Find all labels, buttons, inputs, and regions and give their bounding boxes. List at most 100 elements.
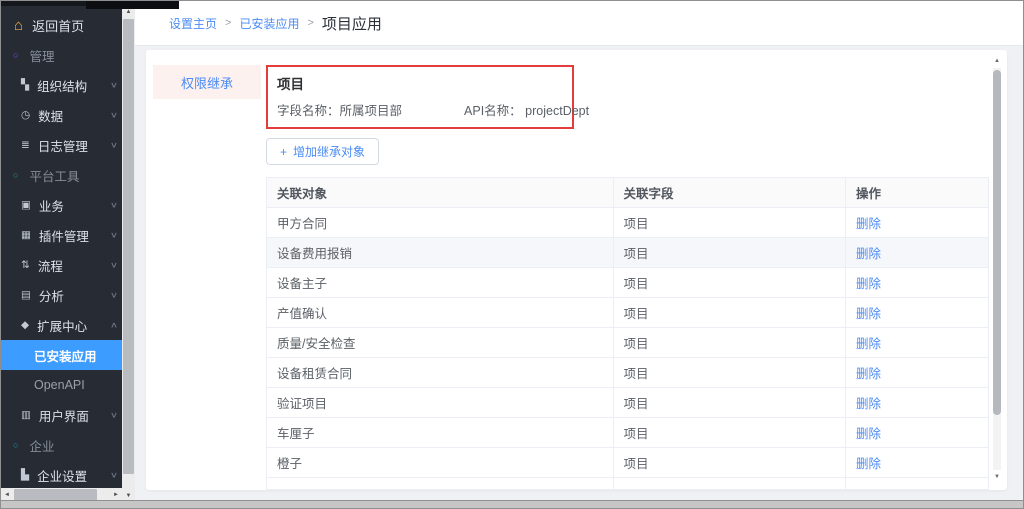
breadcrumb-separator-icon: > bbox=[225, 17, 231, 29]
table-row: 验证项目项目删除 bbox=[267, 388, 989, 418]
actions-cell: 删除 bbox=[846, 418, 989, 448]
column-header-related-field: 关联字段 bbox=[613, 178, 845, 208]
api-name-value: projectDept bbox=[525, 104, 589, 118]
table-row: 设备费用报销项目删除 bbox=[267, 238, 989, 268]
related-object-cell: 车厘子 bbox=[267, 418, 614, 448]
sidebar-item-label: 扩展中心 bbox=[37, 316, 87, 335]
delete-link[interactable]: 删除 bbox=[856, 217, 881, 231]
related-field-cell: 项目 bbox=[613, 268, 845, 298]
scroll-down-icon[interactable]: ▼ bbox=[991, 472, 1003, 482]
field-group-title: 项目 bbox=[277, 73, 563, 93]
ring-icon: ○ bbox=[13, 170, 18, 180]
sidebar-nav: ⌂返回首页○管理▚组织结构∨◷数据∨≣日志管理∨○平台工具▣业务∨▦插件管理∨⇅… bbox=[1, 6, 122, 488]
related-object-cell: 设备主子 bbox=[267, 268, 614, 298]
delete-link[interactable]: 删除 bbox=[856, 337, 881, 351]
empty-cell bbox=[267, 478, 614, 490]
sidebar-item-label: 返回首页 bbox=[32, 16, 84, 35]
table-header-row: 关联对象 关联字段 操作 bbox=[267, 178, 989, 208]
page-title: 项目应用 bbox=[322, 13, 382, 34]
sidebar-item-label: 管理 bbox=[29, 46, 54, 65]
content-card: 权限继承 项目 字段名称：所属项目部API名称： projectDept + 增… bbox=[146, 50, 1007, 490]
tab-permission-inheritance[interactable]: 权限继承 bbox=[153, 65, 261, 99]
related-object-cell: 橙子 bbox=[267, 448, 614, 478]
chevron-down-icon: ∨ bbox=[110, 261, 118, 270]
table-row: 产值确认项目删除 bbox=[267, 298, 989, 328]
field-name-label: 字段名称： bbox=[277, 104, 340, 118]
related-object-cell: 设备费用报销 bbox=[267, 238, 614, 268]
actions-cell: 删除 bbox=[846, 298, 989, 328]
flow-icon: ⇅ bbox=[21, 259, 30, 271]
related-field-cell: 项目 bbox=[613, 238, 845, 268]
chevron-down-icon: ∨ bbox=[110, 291, 118, 300]
sidebar-item-组织结构[interactable]: ▚组织结构∨ bbox=[1, 70, 122, 100]
field-name-value: 所属项目部 bbox=[340, 104, 403, 118]
breadcrumb-link-installed-apps[interactable]: 已安装应用 bbox=[239, 15, 299, 32]
sidebar-item-流程[interactable]: ⇅ 流程 ∨ bbox=[1, 250, 122, 280]
home-icon: ⌂ bbox=[14, 17, 23, 34]
related-field-cell: 项目 bbox=[613, 448, 845, 478]
sidebar-item-数据[interactable]: ◷数据∨ bbox=[1, 100, 122, 130]
delete-link[interactable]: 删除 bbox=[856, 397, 881, 411]
related-field-cell: 项目 bbox=[613, 358, 845, 388]
chevron-down-icon: ∨ bbox=[110, 111, 118, 120]
chevron-up-icon: ∧ bbox=[110, 321, 118, 330]
breadcrumb-separator-icon: > bbox=[307, 17, 313, 29]
sidebar-item-日志管理[interactable]: ≣日志管理∨ bbox=[1, 130, 122, 160]
table-row-partial bbox=[267, 478, 989, 490]
sidebar-item-label: 企业设置 bbox=[37, 466, 87, 485]
delete-link[interactable]: 删除 bbox=[856, 247, 881, 261]
sidebar-item-用户界面[interactable]: ▥用户界面∨ bbox=[1, 400, 122, 430]
sidebar-item-label: 日志管理 bbox=[38, 136, 88, 155]
delete-link[interactable]: 删除 bbox=[856, 367, 881, 381]
sidebar-item-已安装应用[interactable]: 已安装应用 bbox=[1, 340, 122, 370]
empty-cell bbox=[846, 478, 989, 490]
ring-icon: ○ bbox=[13, 440, 18, 450]
sidebar-vscroll-thumb[interactable] bbox=[123, 19, 134, 474]
sidebar-item-管理[interactable]: ○管理 bbox=[1, 40, 122, 70]
empty-cell bbox=[613, 478, 845, 490]
sidebar-item-业务[interactable]: ▣业务∨ bbox=[1, 190, 122, 220]
delete-link[interactable]: 删除 bbox=[856, 307, 881, 321]
expand-center-icon: ◆ bbox=[21, 319, 29, 331]
actions-cell: 删除 bbox=[846, 388, 989, 418]
main-pane: 项目 字段名称：所属项目部API名称： projectDept + 增加继承对象… bbox=[266, 65, 989, 490]
plugin-grid-icon: ▦ bbox=[21, 229, 31, 241]
card-scroll-thumb[interactable] bbox=[993, 70, 1001, 415]
sidebar-vertical-scrollbar[interactable]: ▲ ▼ bbox=[122, 6, 135, 502]
table-row: 质量/安全检查项目删除 bbox=[267, 328, 989, 358]
add-inherit-object-label: 增加继承对象 bbox=[293, 143, 365, 160]
sidebar-item-label: 流程 bbox=[38, 256, 63, 275]
delete-link[interactable]: 删除 bbox=[856, 277, 881, 291]
delete-link[interactable]: 删除 bbox=[856, 457, 881, 471]
related-field-cell: 项目 bbox=[613, 208, 845, 238]
actions-cell: 删除 bbox=[846, 208, 989, 238]
table-row: 设备主子项目删除 bbox=[267, 268, 989, 298]
related-field-cell: 项目 bbox=[613, 328, 845, 358]
chevron-down-icon: ∨ bbox=[110, 81, 118, 90]
related-object-cell: 产值确认 bbox=[267, 298, 614, 328]
scroll-up-icon[interactable]: ▲ bbox=[991, 56, 1003, 66]
ui-grid-icon: ▥ bbox=[21, 409, 31, 421]
card-scroll-track[interactable] bbox=[993, 68, 1001, 470]
sidebar-item-分析[interactable]: ▤分析∨ bbox=[1, 280, 122, 310]
related-object-cell: 设备租赁合同 bbox=[267, 358, 614, 388]
breadcrumb-link-settings-home[interactable]: 设置主页 bbox=[169, 15, 217, 32]
building-icon: ▙ bbox=[21, 469, 29, 481]
clock-icon: ◷ bbox=[21, 109, 30, 121]
sidebar-item-平台工具[interactable]: ○平台工具 bbox=[1, 160, 122, 190]
card-vertical-scrollbar[interactable]: ▲ ▼ bbox=[991, 56, 1003, 482]
sidebar-item-扩展中心[interactable]: ◆ 扩展中心 ∧ bbox=[1, 310, 122, 340]
chevron-down-icon: ∨ bbox=[110, 411, 118, 420]
actions-cell: 删除 bbox=[846, 238, 989, 268]
table-row: 甲方合同项目删除 bbox=[267, 208, 989, 238]
sidebar-item-返回首页[interactable]: ⌂ 返回首页 bbox=[1, 10, 122, 40]
sidebar-item-插件管理[interactable]: ▦插件管理∨ bbox=[1, 220, 122, 250]
sidebar-item-企业[interactable]: ○企业 bbox=[1, 430, 122, 460]
actions-cell: 删除 bbox=[846, 268, 989, 298]
delete-link[interactable]: 删除 bbox=[856, 427, 881, 441]
sidebar-item-OpenAPI[interactable]: OpenAPI bbox=[1, 370, 122, 400]
chevron-down-icon: ∨ bbox=[110, 201, 118, 210]
add-inherit-object-button[interactable]: + 增加继承对象 bbox=[266, 138, 379, 165]
actions-cell: 删除 bbox=[846, 358, 989, 388]
sidebar-item-企业设置[interactable]: ▙企业设置∨ bbox=[1, 460, 122, 488]
